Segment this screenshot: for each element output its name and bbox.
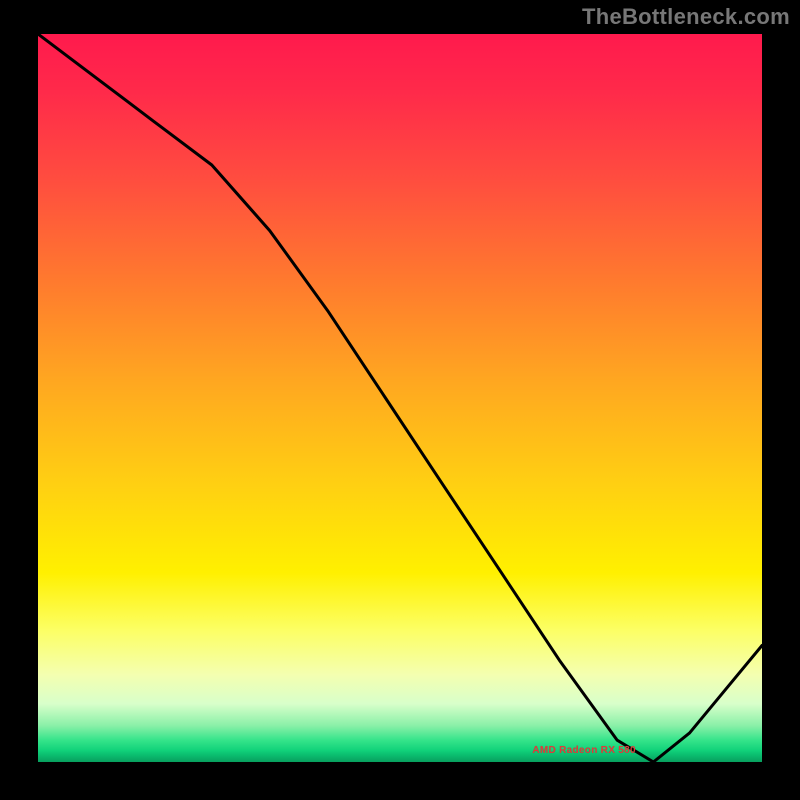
chart-frame: TheBottleneck.com AMD Radeon RX 580	[0, 0, 800, 800]
attribution-text: TheBottleneck.com	[582, 4, 790, 30]
plot-area: AMD Radeon RX 580	[38, 34, 762, 762]
curve-path	[38, 34, 762, 762]
gpu-annotation: AMD Radeon RX 580	[532, 745, 635, 756]
curve-layer	[38, 34, 762, 762]
